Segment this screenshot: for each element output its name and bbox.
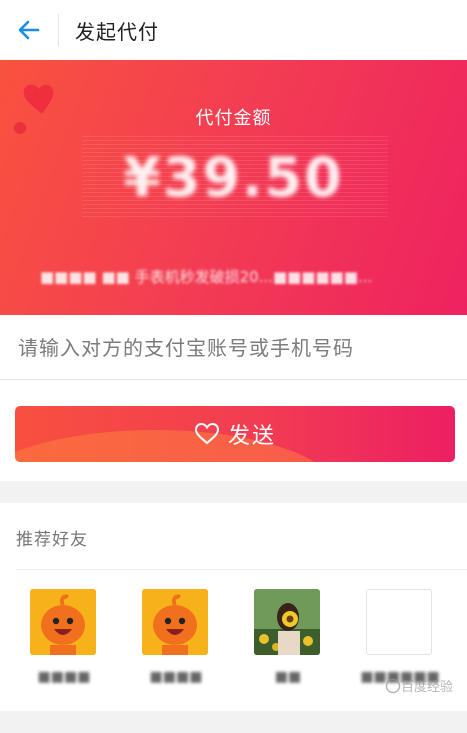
- friend-name: ■■■■: [149, 669, 203, 685]
- heart-outline-icon: [194, 422, 219, 445]
- friend-item[interactable]: ■■■■: [16, 589, 112, 699]
- back-button[interactable]: [0, 0, 58, 60]
- payment-banner: 代付金额 ¥39.50 ■■■■ ■■ 手表机秒发破损20...■■■■■■..…: [0, 60, 467, 315]
- account-input-row: [0, 315, 467, 381]
- mascot-avatar-icon: [30, 589, 96, 655]
- amount-value: ¥39.50: [123, 146, 344, 209]
- page-title: 发起代付: [75, 19, 159, 44]
- avatar: [366, 589, 432, 655]
- watermark: 百度经验: [385, 676, 453, 695]
- header-bar: 发起代付: [0, 0, 467, 60]
- watermark-text: 百度经验: [400, 680, 453, 695]
- account-input[interactable]: [16, 315, 455, 381]
- send-button-label: 发送: [227, 424, 276, 449]
- friend-name: ■■: [274, 669, 302, 685]
- send-area: 发送: [0, 380, 467, 481]
- avatar: [254, 589, 320, 655]
- order-description: ■■■■ ■■ 手表机秒发破损20...■■■■■■...: [40, 268, 373, 286]
- friends-divider: [16, 569, 467, 570]
- avatar: [142, 589, 208, 655]
- button-swoosh-decoration: [15, 430, 335, 462]
- friend-name: ■■■■: [37, 669, 91, 685]
- mascot-avatar-icon: [142, 589, 208, 655]
- send-button[interactable]: 发送: [15, 406, 455, 462]
- back-arrow-icon: [18, 20, 40, 40]
- sunflower-photo-icon: [254, 589, 320, 655]
- friend-item[interactable]: ■■■■: [128, 589, 224, 699]
- send-button-content: 发送: [194, 418, 276, 450]
- friend-item[interactable]: ■■: [240, 589, 336, 699]
- header-divider: [58, 14, 59, 46]
- watermark-logo-icon: [385, 678, 401, 693]
- friends-section-title: 推荐好友: [16, 530, 88, 550]
- amount-label: 代付金额: [195, 108, 272, 129]
- avatar: [30, 589, 96, 655]
